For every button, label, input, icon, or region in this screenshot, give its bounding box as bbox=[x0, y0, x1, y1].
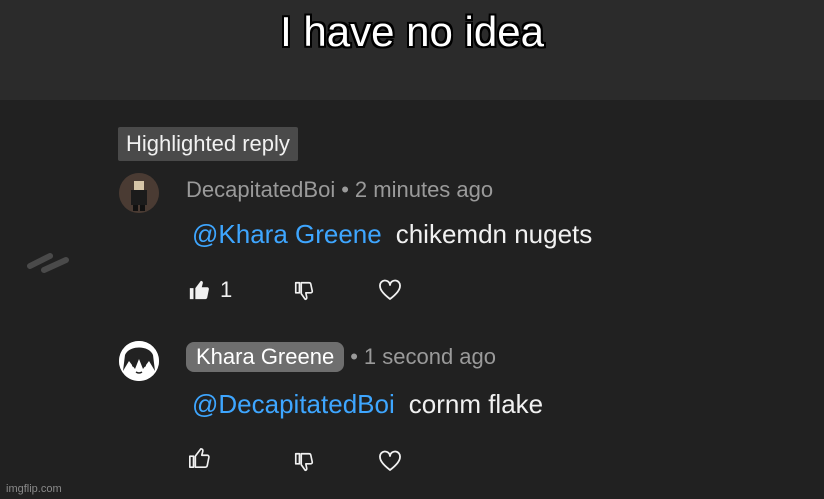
separator-dot: • bbox=[341, 177, 349, 202]
comment-meta: Khara Greene • 1 second ago bbox=[186, 342, 496, 372]
meme-caption: I have no idea bbox=[280, 8, 544, 55]
imgflip-watermark: imgflip.com bbox=[6, 483, 62, 495]
thumbs-down-icon bbox=[294, 281, 314, 301]
like-button[interactable] bbox=[188, 447, 220, 469]
comment-author[interactable]: DecapitatedBoi bbox=[186, 177, 335, 202]
thumbs-up-filled-icon bbox=[189, 280, 209, 300]
comment-body: @DecapitatedBoi cornm flake bbox=[192, 389, 543, 420]
comment-text: chikemdn nugets bbox=[395, 219, 593, 249]
thumbs-down-icon bbox=[294, 452, 314, 472]
heart-button[interactable] bbox=[378, 450, 402, 472]
separator-dot: • bbox=[350, 344, 358, 369]
mention-link[interactable]: @Khara Greene bbox=[192, 219, 382, 249]
avatar[interactable] bbox=[119, 173, 159, 213]
comment-time: 2 minutes ago bbox=[354, 177, 494, 202]
creator-author-chip[interactable]: Khara Greene bbox=[186, 342, 345, 372]
comment-time: 1 second ago bbox=[363, 344, 497, 369]
mention-link[interactable]: @DecapitatedBoi bbox=[192, 389, 395, 419]
heart-button[interactable] bbox=[378, 279, 402, 301]
comment-meta: DecapitatedBoi • 2 minutes ago bbox=[186, 177, 493, 203]
dislike-button[interactable] bbox=[292, 451, 316, 473]
heart-outline-icon bbox=[379, 450, 401, 471]
dislike-button[interactable] bbox=[292, 280, 316, 302]
thumbs-up-icon bbox=[189, 448, 210, 468]
heart-outline-icon bbox=[379, 279, 401, 300]
decorative-slash-icon bbox=[27, 253, 69, 273]
comment-body: @Khara Greene chikemdn nugets bbox=[192, 219, 592, 250]
highlighted-reply-badge: Highlighted reply bbox=[118, 127, 298, 161]
comment-text: cornm flake bbox=[408, 389, 544, 419]
avatar[interactable] bbox=[119, 341, 159, 381]
like-button[interactable]: 1 bbox=[188, 277, 232, 303]
like-count: 1 bbox=[220, 277, 233, 302]
